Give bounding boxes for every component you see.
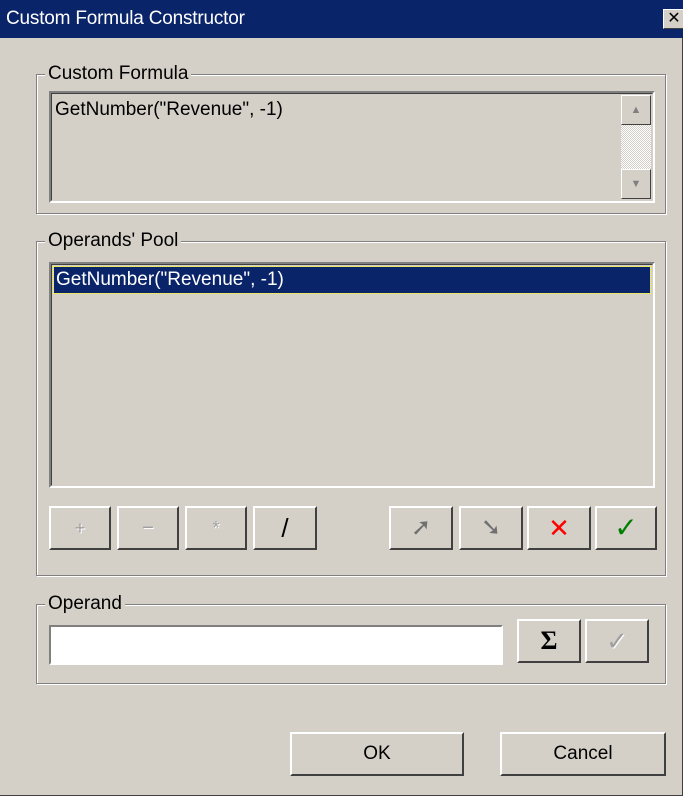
minus-button[interactable]: −: [117, 506, 179, 550]
divide-button[interactable]: /: [253, 506, 317, 550]
operand-legend: Operand: [45, 593, 125, 615]
formula-scrollbar[interactable]: ▲ ▼: [621, 95, 651, 199]
scroll-down-button[interactable]: ▼: [621, 169, 651, 199]
operands-pool-legend: Operands' Pool: [45, 230, 182, 252]
accept-operand-button[interactable]: ✓: [595, 506, 657, 550]
list-item[interactable]: GetNumber("Revenue", -1): [53, 266, 651, 294]
cancel-button[interactable]: Cancel: [500, 732, 666, 776]
accept-check-icon: ✓: [614, 512, 638, 543]
operands-pool-group: Operands' Pool GetNumber("Revenue", -1) …: [36, 230, 666, 576]
ok-button[interactable]: OK: [290, 732, 464, 776]
delete-operand-button[interactable]: ✕: [527, 506, 591, 550]
multiply-icon: *: [212, 518, 220, 538]
arrow-up-right-icon: ➚: [410, 514, 432, 541]
divide-icon: /: [281, 513, 289, 543]
scroll-up-icon: ▲: [630, 104, 642, 116]
delete-x-icon: ✕: [548, 513, 570, 543]
check-icon: ✓: [606, 626, 628, 656]
close-icon: ✕: [667, 10, 681, 27]
sigma-icon: Σ: [540, 626, 558, 655]
arrow-down-right-icon: ➘: [480, 514, 502, 541]
scroll-up-button[interactable]: ▲: [621, 95, 651, 125]
title-bar[interactable]: Custom Formula Constructor ✕: [0, 0, 683, 38]
cancel-label: Cancel: [553, 743, 613, 764]
custom-formula-textarea[interactable]: GetNumber("Revenue", -1) ▲ ▼: [49, 91, 655, 203]
custom-formula-group: Custom Formula GetNumber("Revenue", -1) …: [36, 63, 666, 214]
move-down-button[interactable]: ➘: [459, 506, 523, 550]
custom-formula-legend: Custom Formula: [45, 63, 192, 85]
plus-button[interactable]: +: [49, 506, 111, 550]
close-button[interactable]: ✕: [663, 9, 683, 29]
sigma-button[interactable]: Σ: [517, 619, 581, 663]
operand-check-button[interactable]: ✓: [585, 619, 649, 663]
operand-input[interactable]: [49, 625, 503, 665]
scroll-down-icon: ▼: [630, 178, 642, 190]
move-up-button[interactable]: ➚: [389, 506, 453, 550]
formula-dialog: Custom Formula Constructor ✕ Custom Form…: [0, 0, 683, 796]
operands-listbox[interactable]: GetNumber("Revenue", -1): [49, 262, 655, 488]
custom-formula-text: GetNumber("Revenue", -1): [55, 99, 283, 120]
plus-icon: +: [74, 518, 86, 538]
operand-group: Operand Σ ✓: [36, 593, 666, 684]
multiply-button[interactable]: *: [185, 506, 247, 550]
scroll-track[interactable]: [621, 125, 651, 169]
ok-label: OK: [363, 743, 391, 764]
dialog-title: Custom Formula Constructor: [6, 8, 245, 29]
minus-icon: −: [142, 517, 154, 539]
